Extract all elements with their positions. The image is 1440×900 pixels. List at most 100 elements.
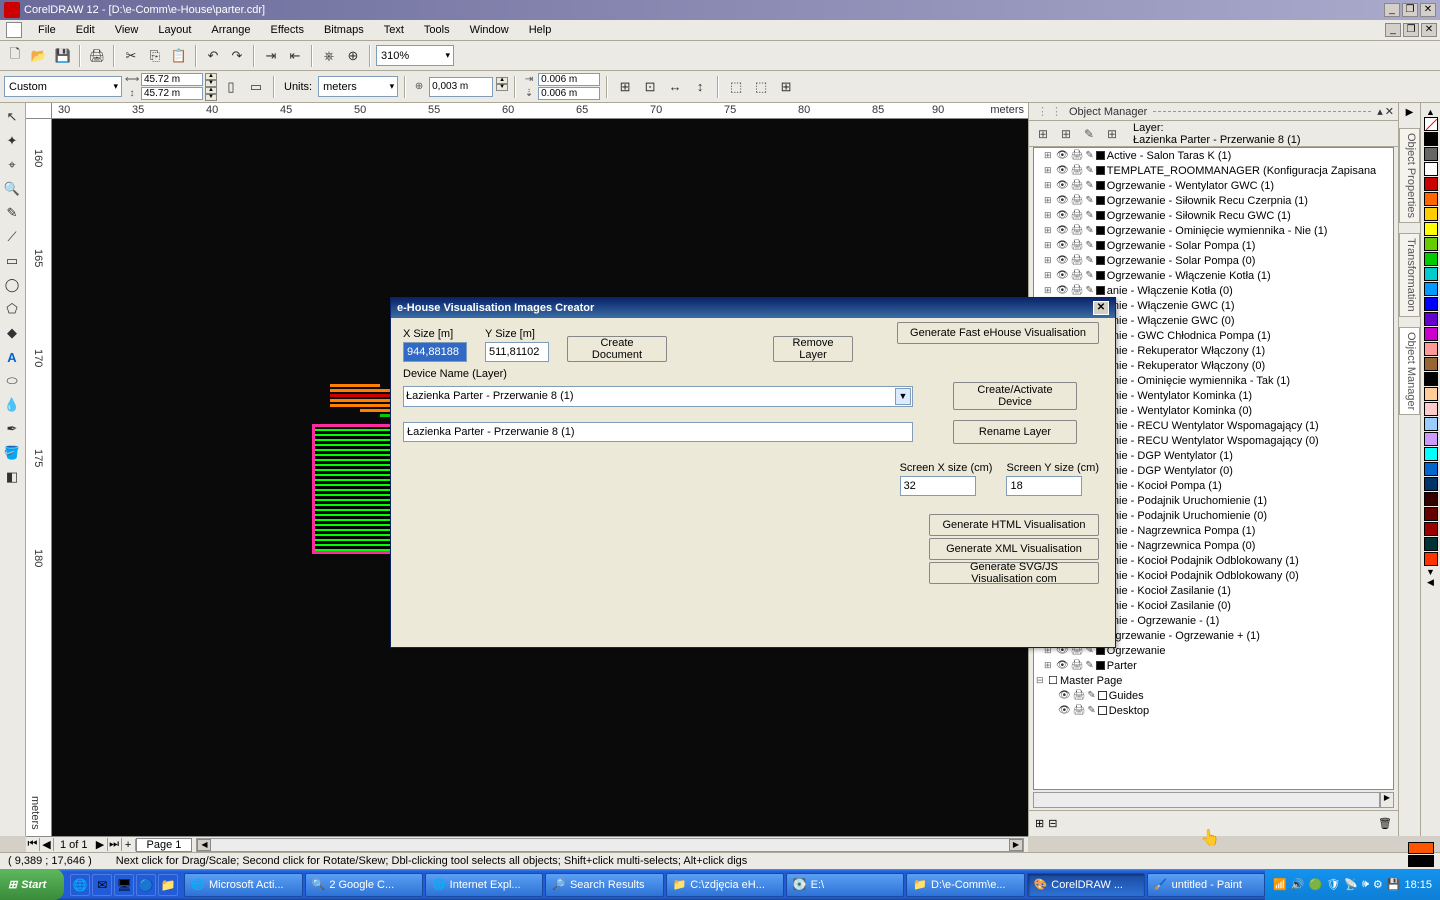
swatch[interactable] xyxy=(1424,312,1438,326)
docker-tb3[interactable]: ✎ xyxy=(1079,124,1099,144)
outline-indicator[interactable] xyxy=(1408,855,1434,867)
paste-button[interactable]: 📋 xyxy=(168,45,190,67)
swatch[interactable] xyxy=(1424,177,1438,191)
mdi-close[interactable]: ✕ xyxy=(1421,23,1437,37)
snap-tb3[interactable]: ↔ xyxy=(664,76,686,98)
dup-y[interactable] xyxy=(538,87,600,100)
menu-help[interactable]: Help xyxy=(519,21,562,39)
fill-tool[interactable]: 🪣 xyxy=(0,441,24,465)
swatch[interactable] xyxy=(1424,267,1438,281)
tab-obj-manager[interactable]: Object Manager xyxy=(1399,327,1420,415)
tree-row[interactable]: ⊞👁🖨✎Active - Salon Taras K (1) xyxy=(1034,148,1393,163)
gen-html-button[interactable]: Generate HTML Visualisation xyxy=(929,514,1099,536)
ql-1[interactable]: 🌐 xyxy=(70,874,90,896)
menu-window[interactable]: Window xyxy=(460,21,519,39)
docker-expand[interactable]: ▶ xyxy=(1399,107,1420,118)
menu-tools[interactable]: Tools xyxy=(414,21,460,39)
page-height[interactable] xyxy=(141,87,203,100)
palette-down[interactable]: ▼ xyxy=(1426,567,1435,577)
swatch[interactable] xyxy=(1424,432,1438,446)
opt-tb3[interactable]: ⊞ xyxy=(775,76,797,98)
create-doc-button[interactable]: Create Document xyxy=(567,336,667,362)
tree-row[interactable]: ⊞👁🖨✎Ogrzewanie - Włączenie Kotła (1) xyxy=(1034,268,1393,283)
crop-tool[interactable]: ⌖ xyxy=(0,153,24,177)
zoom-tool[interactable]: 🔍 xyxy=(0,177,24,201)
freehand-tool[interactable]: ✎ xyxy=(0,201,24,225)
tray-icon[interactable]: 🕪 xyxy=(1362,878,1369,891)
close-button[interactable]: ✕ xyxy=(1420,3,1436,17)
swatch[interactable] xyxy=(1424,207,1438,221)
opt-tb2[interactable]: ⬚ xyxy=(750,76,772,98)
menu-effects[interactable]: Effects xyxy=(261,21,314,39)
ql-4[interactable]: 🔵 xyxy=(136,874,156,896)
hscrollbar[interactable]: ◀▶ xyxy=(196,838,1024,852)
cut-button[interactable]: ✂ xyxy=(120,45,142,67)
export-button[interactable]: ⇤ xyxy=(284,45,306,67)
gen-svg-button[interactable]: Generate SVG/JS Visualisation com xyxy=(929,562,1099,584)
smart-draw-tool[interactable]: ⟋ xyxy=(0,225,24,249)
maximize-button[interactable]: ❐ xyxy=(1402,3,1418,17)
device-combo[interactable]: Łazienka Parter - Przerwanie 8 (1)▼ xyxy=(403,386,913,407)
ruler-vertical[interactable]: 160 165 170 175 180 meters xyxy=(26,119,52,836)
swatch-none[interactable] xyxy=(1424,117,1438,131)
swatch[interactable] xyxy=(1424,477,1438,491)
ql-2[interactable]: ✉ xyxy=(92,874,112,896)
outline-tool[interactable]: ✒ xyxy=(0,417,24,441)
tray-icon[interactable]: ⚙ xyxy=(1373,878,1383,891)
docker-tb1[interactable]: ⊞ xyxy=(1033,124,1053,144)
task-button[interactable]: 📁C:\zdjęcia eH... xyxy=(666,873,784,897)
page-width[interactable] xyxy=(141,73,203,86)
page-last[interactable]: ⏭ xyxy=(108,838,122,851)
swatch[interactable] xyxy=(1424,147,1438,161)
ruler-horizontal[interactable]: 30354045505560657075808590meters xyxy=(52,103,1028,119)
snap-tb1[interactable]: ⊞ xyxy=(614,76,636,98)
save-button[interactable]: 💾 xyxy=(52,45,74,67)
ql-5[interactable]: 📁 xyxy=(158,874,178,896)
task-button[interactable]: 🎨CorelDRAW ... xyxy=(1027,873,1145,897)
fill-indicator[interactable] xyxy=(1408,842,1434,854)
corel-online[interactable]: ⊕ xyxy=(342,45,364,67)
dup-x[interactable] xyxy=(538,73,600,86)
menu-bitmaps[interactable]: Bitmaps xyxy=(314,21,374,39)
copy-button[interactable]: ⎘ xyxy=(144,45,166,67)
swatch[interactable] xyxy=(1424,417,1438,431)
swatch[interactable] xyxy=(1424,522,1438,536)
gen-xml-button[interactable]: Generate XML Visualisation xyxy=(929,538,1099,560)
menu-file[interactable]: File xyxy=(28,21,66,39)
tree-row[interactable]: 👁🖨✎Guides xyxy=(1034,688,1393,703)
dialog-close[interactable]: ✕ xyxy=(1093,301,1109,315)
generate-fast-button[interactable]: Generate Fast eHouse Visualisation xyxy=(897,322,1099,344)
task-button[interactable]: 🌐Internet Expl... xyxy=(425,873,543,897)
docker-tb2[interactable]: ⊞ xyxy=(1056,124,1076,144)
swatch[interactable] xyxy=(1424,387,1438,401)
ruler-origin[interactable] xyxy=(26,103,52,119)
xsize-input[interactable] xyxy=(403,342,467,362)
interactive-tool[interactable]: ⬭ xyxy=(0,369,24,393)
task-button[interactable]: 💽E:\ xyxy=(786,873,904,897)
swatch[interactable] xyxy=(1424,342,1438,356)
ysize-input[interactable] xyxy=(485,342,549,362)
paper-combo[interactable]: Custom xyxy=(4,76,122,97)
redo-button[interactable]: ↷ xyxy=(226,45,248,67)
tray-icon[interactable]: 🔊 xyxy=(1291,878,1305,891)
create-activate-button[interactable]: Create/Activate Device xyxy=(953,382,1077,410)
start-button[interactable]: ⊞Start xyxy=(0,869,64,900)
tray-icon[interactable]: 📡 xyxy=(1344,878,1358,891)
rectangle-tool[interactable]: ▭ xyxy=(0,249,24,273)
tree-row[interactable]: ⊞👁🖨✎Ogrzewanie - Wentylator GWC (1) xyxy=(1034,178,1393,193)
docker-close[interactable]: ✕ xyxy=(1385,105,1394,118)
tree-row[interactable]: 👁🖨✎Desktop xyxy=(1034,703,1393,718)
tree-row[interactable]: ⊞👁🖨✎Ogrzewanie - Siłownik Recu Czerpnia … xyxy=(1034,193,1393,208)
import-button[interactable]: ⇥ xyxy=(260,45,282,67)
zoom-combo[interactable]: 310% xyxy=(376,45,454,66)
mdi-restore[interactable]: ❐ xyxy=(1403,23,1419,37)
tray-icon[interactable]: 🛡 xyxy=(1326,878,1340,891)
swatch[interactable] xyxy=(1424,357,1438,371)
tab-transform[interactable]: Transformation xyxy=(1399,233,1420,317)
ql-3[interactable]: 🖥 xyxy=(114,874,134,896)
tree-master[interactable]: ⊟☐Master Page xyxy=(1034,673,1393,688)
snap-tb4[interactable]: ↕ xyxy=(689,76,711,98)
units-combo[interactable]: meters xyxy=(318,76,398,97)
tree-row[interactable]: ⊞👁🖨✎Ogrzewanie - Solar Pompa (0) xyxy=(1034,253,1393,268)
page-next[interactable]: ▶ xyxy=(94,838,108,851)
